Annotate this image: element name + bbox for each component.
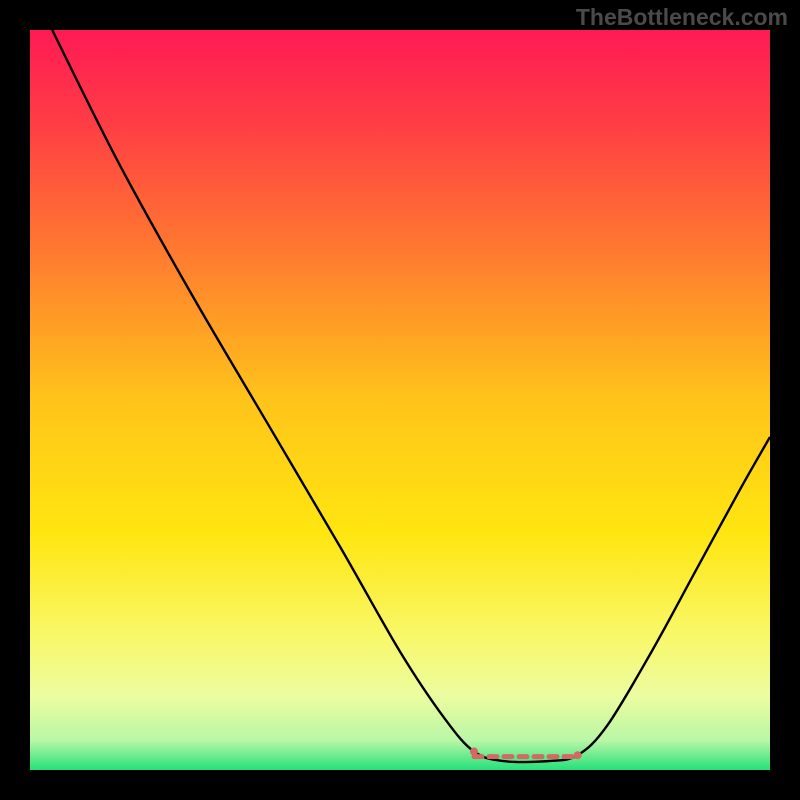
watermark-text: TheBottleneck.com (576, 4, 788, 31)
chart-container: TheBottleneck.com (0, 0, 800, 800)
plot-svg (30, 30, 770, 770)
gradient-background (30, 30, 770, 770)
plot-area (30, 30, 770, 770)
